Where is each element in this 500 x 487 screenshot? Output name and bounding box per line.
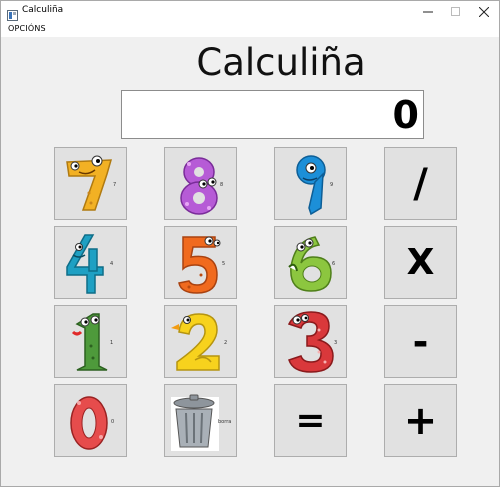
title-bar: Calculiña (1, 1, 499, 23)
display-value: 0 (392, 93, 419, 137)
key-6[interactable]: 6 (274, 226, 347, 299)
calculator-display: 0 (121, 90, 424, 139)
app-heading: Calculiña (196, 41, 366, 84)
menu-options[interactable]: OPCIÓNS (8, 24, 46, 33)
key-7[interactable]: 7 (54, 147, 127, 220)
app-window: Calculiña OPCIÓNS Calculiña 0 7 8 9 / 4 … (0, 0, 500, 487)
close-icon (479, 7, 489, 17)
menu-bar: OPCIÓNS (1, 23, 499, 37)
key-8[interactable]: 8 (164, 147, 237, 220)
add-button[interactable]: + (384, 384, 457, 457)
key-7-caption: 7 (113, 182, 117, 188)
nine-character-icon (296, 155, 326, 216)
key-2-caption: 2 (224, 340, 228, 346)
eight-character-icon (180, 157, 218, 215)
four-character-icon (66, 234, 104, 294)
zero-character-icon (70, 396, 108, 450)
key-1-caption: 1 (110, 340, 114, 346)
key-6-caption: 6 (332, 261, 336, 267)
subtract-button[interactable]: - (384, 305, 457, 378)
key-3[interactable]: 3 (274, 305, 347, 378)
add-label: + (403, 397, 438, 444)
clear-button[interactable]: borra (164, 384, 237, 457)
key-4[interactable]: 4 (54, 226, 127, 299)
subtract-label: - (412, 319, 429, 364)
one-character-icon (71, 313, 108, 371)
key-8-caption: 8 (220, 182, 224, 188)
equals-button[interactable]: = (274, 384, 347, 457)
divide-button[interactable]: / (384, 147, 457, 220)
clear-caption: borra (218, 419, 232, 425)
key-1[interactable]: 1 (54, 305, 127, 378)
maximize-icon (451, 7, 460, 16)
key-0-caption: 0 (111, 419, 115, 425)
window-title: Calculiña (22, 5, 64, 15)
minimize-button[interactable] (413, 1, 443, 23)
key-9-caption: 9 (330, 182, 334, 188)
divide-label: / (413, 160, 428, 207)
close-button[interactable] (469, 1, 499, 23)
key-2[interactable]: 2 (164, 305, 237, 378)
key-4-caption: 4 (110, 261, 114, 267)
key-3-caption: 3 (334, 340, 338, 346)
maximize-button[interactable] (441, 1, 471, 23)
app-icon (7, 6, 18, 21)
multiply-button[interactable]: X (384, 226, 457, 299)
key-0[interactable]: 0 (54, 384, 127, 457)
key-5-caption: 5 (222, 261, 226, 267)
multiply-label: X (406, 242, 435, 283)
minimize-icon (423, 11, 433, 13)
five-character-icon (178, 236, 221, 294)
six-character-icon (288, 236, 332, 292)
key-5[interactable]: 5 (164, 226, 237, 299)
key-9[interactable]: 9 (274, 147, 347, 220)
equals-label: = (295, 400, 326, 441)
